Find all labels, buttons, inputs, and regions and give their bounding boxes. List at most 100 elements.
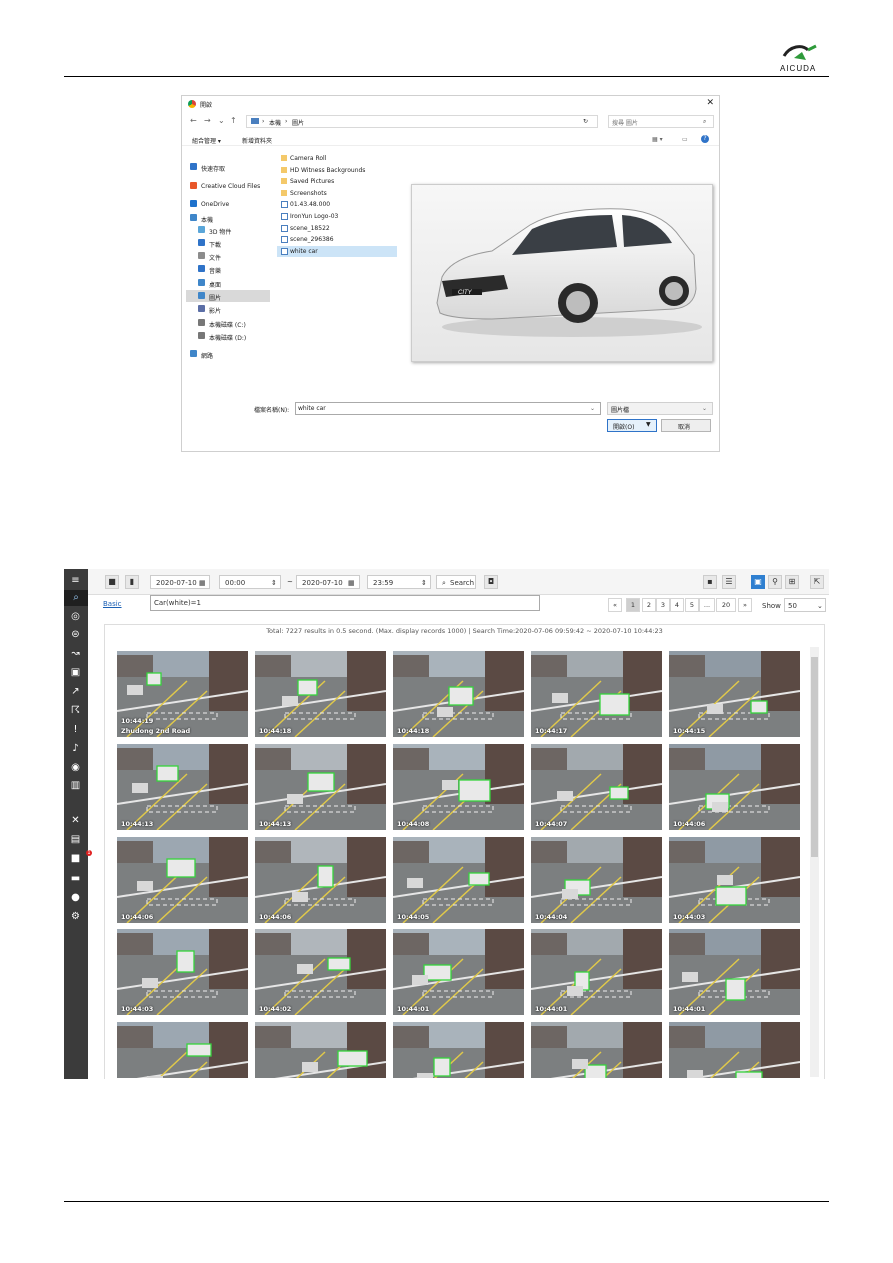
nav-item[interactable]: 本機磁碟 (D:) bbox=[186, 330, 270, 342]
nav-item[interactable]: 音樂 bbox=[186, 263, 270, 275]
new-folder-button[interactable]: 新增資料夾 bbox=[242, 136, 272, 145]
alert-icon[interactable]: ! bbox=[70, 724, 81, 735]
nav-item[interactable]: 影片 bbox=[186, 303, 270, 315]
bell-icon[interactable]: ♪ bbox=[70, 743, 81, 754]
result-thumbnail[interactable]: 10:44:07 bbox=[531, 744, 662, 830]
menu-icon[interactable]: ≡ bbox=[70, 575, 81, 586]
chevron-down-icon[interactable]: ⌄ bbox=[590, 405, 595, 412]
query-input[interactable]: Car(white)=1 bbox=[150, 595, 540, 611]
search-button[interactable]: ⌕ Search bbox=[436, 575, 476, 589]
nav-item[interactable]: 圖片 bbox=[186, 290, 270, 302]
image-view-icon[interactable]: ▣ bbox=[751, 575, 765, 589]
trend-icon[interactable]: ↗ bbox=[70, 686, 81, 697]
result-thumbnail[interactable]: 10:44:03 bbox=[117, 929, 248, 1015]
scrollbar-thumb[interactable] bbox=[811, 657, 818, 857]
running-person-icon[interactable]: ☈ bbox=[70, 705, 81, 716]
page-button[interactable]: 2 bbox=[642, 598, 656, 612]
result-thumbnail[interactable]: 10:44:13 bbox=[255, 744, 386, 830]
folder-item[interactable]: HD Witness Backgrounds bbox=[277, 165, 397, 176]
page-size-select[interactable]: 50 ⌄ bbox=[784, 598, 826, 612]
nav-item[interactable]: 桌面 bbox=[186, 277, 270, 289]
camera-icon[interactable]: ■ 1 bbox=[70, 850, 92, 864]
prev-page-button[interactable]: « bbox=[608, 598, 622, 612]
file-icon[interactable]: ▮ bbox=[125, 575, 139, 589]
page-button[interactable]: 5 bbox=[685, 598, 699, 612]
result-thumbnail[interactable]: 10:44:06 bbox=[117, 837, 248, 923]
cancel-button[interactable]: 取消 bbox=[661, 419, 711, 432]
result-thumbnail[interactable] bbox=[255, 1022, 386, 1078]
face-scan-icon[interactable]: ◎ bbox=[70, 611, 81, 622]
result-thumbnail[interactable]: 10:44:06 bbox=[669, 744, 800, 830]
folder-item[interactable]: Camera Roll bbox=[277, 153, 397, 164]
search-icon[interactable]: ⌕ bbox=[64, 590, 88, 606]
result-thumbnail[interactable]: 10:44:19 Zhudong 2nd Road bbox=[117, 651, 248, 737]
organize-button[interactable]: 組合管理 ▾ bbox=[192, 136, 221, 145]
nav-item[interactable]: 下載 bbox=[186, 237, 270, 249]
date-from-input[interactable]: 2020-07-10 ▦ bbox=[150, 575, 210, 589]
nav-item[interactable]: 網路 bbox=[186, 348, 270, 360]
result-thumbnail[interactable] bbox=[669, 1022, 800, 1078]
user-icon[interactable]: ● bbox=[70, 892, 81, 903]
result-thumbnail[interactable]: 10:44:15 bbox=[669, 651, 800, 737]
filename-input[interactable]: white car ⌄ bbox=[295, 402, 601, 415]
back-icon[interactable]: ← bbox=[190, 116, 197, 125]
device-icon[interactable]: ▬ bbox=[70, 873, 81, 884]
nav-item[interactable]: OneDrive bbox=[186, 198, 270, 210]
result-thumbnail[interactable]: 10:44:17 bbox=[531, 651, 662, 737]
folder-item[interactable]: Screenshots bbox=[277, 188, 397, 199]
file-item[interactable]: 01.43.48.000 bbox=[277, 199, 397, 210]
forward-icon[interactable]: → bbox=[204, 116, 211, 125]
list-view-icon[interactable]: ☰ bbox=[722, 575, 736, 589]
result-thumbnail[interactable]: 10:44:18 bbox=[393, 651, 524, 737]
preview-pane-icon[interactable]: ▭ bbox=[682, 136, 688, 143]
plate-icon[interactable]: ▣ bbox=[70, 667, 81, 678]
result-thumbnail[interactable]: 10:44:05 bbox=[393, 837, 524, 923]
chevron-down-icon[interactable]: ▼ bbox=[646, 421, 651, 428]
vehicle-icon[interactable]: ⊜ bbox=[70, 629, 81, 640]
calendar-icon[interactable]: ▦ bbox=[199, 579, 206, 587]
close-icon[interactable]: ✕ bbox=[706, 98, 714, 108]
nav-item[interactable]: 本機 bbox=[186, 212, 270, 224]
export-icon[interactable]: ⇱ bbox=[810, 575, 824, 589]
chevron-down-icon[interactable]: ⌄ bbox=[218, 116, 225, 125]
breadcrumb-item[interactable]: 圖片 bbox=[292, 118, 304, 127]
page-button[interactable]: 1 bbox=[626, 598, 640, 612]
breadcrumb-item[interactable]: 本機 bbox=[269, 118, 281, 127]
file-item[interactable]: IronYun Logo-03 bbox=[277, 211, 397, 222]
date-to-input[interactable]: 2020-07-10 ▦ bbox=[296, 575, 360, 589]
result-thumbnail[interactable]: 10:44:08 bbox=[393, 744, 524, 830]
time-from-input[interactable]: 00:00 ⇕ bbox=[219, 575, 281, 589]
calendar-icon[interactable]: ▦ bbox=[348, 579, 355, 587]
next-page-button[interactable]: » bbox=[738, 598, 752, 612]
refresh-icon[interactable]: ↻ bbox=[583, 118, 588, 125]
eye-icon[interactable]: ◉ bbox=[70, 762, 81, 773]
camera-snapshot-icon[interactable]: ◘ bbox=[484, 575, 498, 589]
nav-item[interactable]: 3D 物件 bbox=[186, 224, 270, 236]
filetype-select[interactable]: 圖片檔 ⌄ bbox=[607, 402, 713, 415]
file-icon[interactable]: ▤ bbox=[70, 834, 81, 845]
settings-icon[interactable]: ⚙ bbox=[70, 911, 81, 922]
scrollbar[interactable] bbox=[810, 647, 819, 1077]
result-thumbnail[interactable]: 10:44:01 bbox=[393, 929, 524, 1015]
result-thumbnail[interactable]: 10:44:03 bbox=[669, 837, 800, 923]
tools-icon[interactable]: ✕ bbox=[70, 815, 81, 826]
page-button[interactable]: 20 bbox=[716, 598, 736, 612]
page-button[interactable]: ... bbox=[699, 598, 715, 612]
result-thumbnail[interactable]: 10:44:18 bbox=[255, 651, 386, 737]
result-thumbnail[interactable]: 10:44:02 bbox=[255, 929, 386, 1015]
result-thumbnail[interactable]: 10:44:01 bbox=[531, 929, 662, 1015]
chart-view-icon[interactable]: ⊞ bbox=[785, 575, 799, 589]
basic-link[interactable]: Basic bbox=[103, 600, 122, 608]
map-pin-icon[interactable]: ⚲ bbox=[768, 575, 782, 589]
result-thumbnail[interactable] bbox=[117, 1022, 248, 1078]
video-icon[interactable]: ■ bbox=[105, 575, 119, 589]
page-button[interactable]: 3 bbox=[656, 598, 670, 612]
spinner-icon[interactable]: ⇕ bbox=[271, 579, 277, 587]
nav-item[interactable]: Creative Cloud Files bbox=[186, 180, 270, 192]
nav-item[interactable]: 文件 bbox=[186, 250, 270, 262]
nav-item[interactable]: 快速存取 bbox=[186, 161, 270, 173]
result-thumbnail[interactable] bbox=[393, 1022, 524, 1078]
open-button[interactable]: 開啟(O) ▼ bbox=[607, 419, 657, 432]
spinner-icon[interactable]: ⇕ bbox=[421, 579, 427, 587]
result-thumbnail[interactable]: 10:44:13 bbox=[117, 744, 248, 830]
